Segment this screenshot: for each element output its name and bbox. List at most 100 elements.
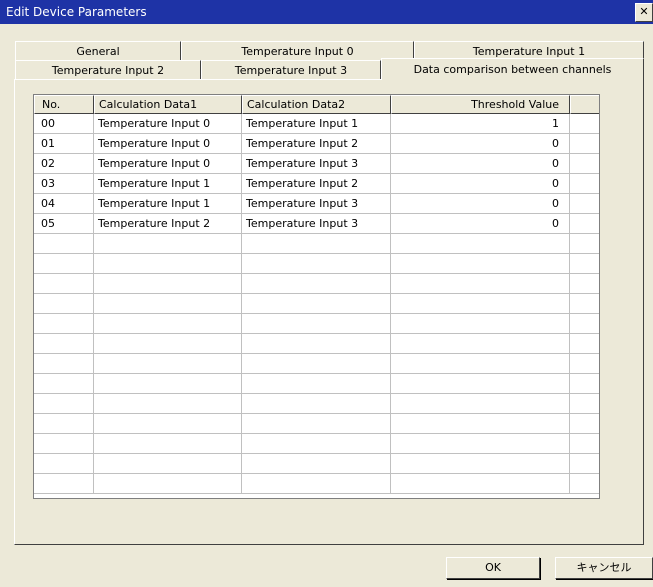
table-row[interactable]: 05 Temperature Input 2 Temperature Input 3…: [34, 214, 599, 234]
cell-blank: [570, 274, 599, 294]
cell-threshold-value: [391, 454, 570, 474]
cell-calculation-data2: [242, 274, 391, 294]
table-row[interactable]: [34, 234, 599, 254]
cell-calculation-data1[interactable]: Temperature Input 1: [94, 194, 242, 214]
cell-calculation-data2: [242, 394, 391, 414]
table-row[interactable]: 01 Temperature Input 0 Temperature Input 2…: [34, 134, 599, 154]
comparison-table[interactable]: No. Calculation Data1 Calculation Data2 …: [33, 94, 600, 499]
tab-temperature-input-2[interactable]: Temperature Input 2: [15, 60, 201, 79]
cell-calculation-data1[interactable]: Temperature Input 2: [94, 214, 242, 234]
cell-blank: [570, 214, 599, 234]
table-row[interactable]: [34, 454, 599, 474]
table-row[interactable]: [34, 434, 599, 454]
cell-calculation-data1: [94, 394, 242, 414]
close-button[interactable]: ✕: [635, 3, 653, 22]
table-row[interactable]: [34, 274, 599, 294]
window-title: Edit Device Parameters: [6, 5, 147, 19]
cell-blank: [570, 134, 599, 154]
cell-blank: [570, 254, 599, 274]
cell-blank: [570, 414, 599, 434]
cell-no[interactable]: 04: [34, 194, 94, 214]
cell-no: [34, 274, 94, 294]
cell-threshold-value[interactable]: 0: [391, 134, 570, 154]
cell-blank: [570, 114, 599, 134]
cell-calculation-data2: [242, 294, 391, 314]
cell-calculation-data2[interactable]: Temperature Input 2: [242, 174, 391, 194]
cell-calculation-data1[interactable]: Temperature Input 0: [94, 134, 242, 154]
table-row[interactable]: [34, 394, 599, 414]
table-row[interactable]: [34, 334, 599, 354]
cell-calculation-data1: [94, 334, 242, 354]
cell-calculation-data2[interactable]: Temperature Input 2: [242, 134, 391, 154]
cell-blank: [570, 454, 599, 474]
table-row[interactable]: [34, 254, 599, 274]
cell-no: [34, 254, 94, 274]
header-calculation-data1[interactable]: Calculation Data1: [94, 95, 242, 114]
cell-calculation-data2: [242, 454, 391, 474]
cell-no: [34, 474, 94, 494]
cell-calculation-data1[interactable]: Temperature Input 0: [94, 114, 242, 134]
cell-threshold-value: [391, 274, 570, 294]
cell-threshold-value: [391, 414, 570, 434]
cell-blank: [570, 394, 599, 414]
cell-blank: [570, 334, 599, 354]
table-header: No. Calculation Data1 Calculation Data2 …: [34, 95, 599, 114]
tab-data-comparison[interactable]: Data comparison between channels: [381, 58, 644, 80]
tab-general[interactable]: General: [15, 41, 181, 60]
cell-calculation-data2: [242, 334, 391, 354]
cell-no: [34, 354, 94, 374]
table-row[interactable]: [34, 414, 599, 434]
cell-calculation-data1: [94, 474, 242, 494]
cell-threshold-value[interactable]: 0: [391, 174, 570, 194]
cell-calculation-data1: [94, 294, 242, 314]
cell-no[interactable]: 02: [34, 154, 94, 174]
title-bar: Edit Device Parameters ✕: [0, 0, 653, 24]
cell-no[interactable]: 01: [34, 134, 94, 154]
cell-calculation-data1: [94, 274, 242, 294]
cell-no: [34, 334, 94, 354]
tab-temperature-input-3[interactable]: Temperature Input 3: [201, 60, 381, 79]
tab-temperature-input-0[interactable]: Temperature Input 0: [181, 41, 414, 60]
table-row[interactable]: [34, 374, 599, 394]
cancel-button[interactable]: キャンセル: [555, 557, 653, 579]
cell-no: [34, 394, 94, 414]
cell-calculation-data1: [94, 354, 242, 374]
cell-no[interactable]: 00: [34, 114, 94, 134]
cell-calculation-data2: [242, 474, 391, 494]
cell-calculation-data1[interactable]: Temperature Input 1: [94, 174, 242, 194]
cell-calculation-data2[interactable]: Temperature Input 3: [242, 214, 391, 234]
table-row[interactable]: 04 Temperature Input 1 Temperature Input 3…: [34, 194, 599, 214]
cell-threshold-value: [391, 334, 570, 354]
cell-calculation-data2[interactable]: Temperature Input 1: [242, 114, 391, 134]
table-row[interactable]: 02 Temperature Input 0 Temperature Input 3…: [34, 154, 599, 174]
cell-calculation-data2[interactable]: Temperature Input 3: [242, 194, 391, 214]
table-row[interactable]: [34, 314, 599, 334]
cell-threshold-value[interactable]: 0: [391, 214, 570, 234]
table-row[interactable]: [34, 474, 599, 494]
cell-threshold-value: [391, 254, 570, 274]
cell-calculation-data2: [242, 254, 391, 274]
cell-no[interactable]: 05: [34, 214, 94, 234]
cell-blank: [570, 234, 599, 254]
header-no[interactable]: No.: [34, 95, 94, 114]
table-row[interactable]: 00 Temperature Input 0 Temperature Input 1…: [34, 114, 599, 134]
cell-blank: [570, 474, 599, 494]
cell-no: [34, 454, 94, 474]
cell-threshold-value[interactable]: 0: [391, 194, 570, 214]
cell-calculation-data1: [94, 434, 242, 454]
cell-calculation-data2: [242, 374, 391, 394]
header-calculation-data2[interactable]: Calculation Data2: [242, 95, 391, 114]
table-row[interactable]: [34, 354, 599, 374]
cell-threshold-value: [391, 234, 570, 254]
cell-threshold-value: [391, 474, 570, 494]
cell-threshold-value[interactable]: 1: [391, 114, 570, 134]
ok-button[interactable]: OK: [446, 557, 540, 579]
cell-no[interactable]: 03: [34, 174, 94, 194]
table-row[interactable]: [34, 294, 599, 314]
header-threshold-value[interactable]: Threshold Value: [391, 95, 570, 114]
table-row[interactable]: 03 Temperature Input 1 Temperature Input 2…: [34, 174, 599, 194]
cell-calculation-data1: [94, 234, 242, 254]
cell-threshold-value[interactable]: 0: [391, 154, 570, 174]
cell-calculation-data2[interactable]: Temperature Input 3: [242, 154, 391, 174]
cell-calculation-data1[interactable]: Temperature Input 0: [94, 154, 242, 174]
